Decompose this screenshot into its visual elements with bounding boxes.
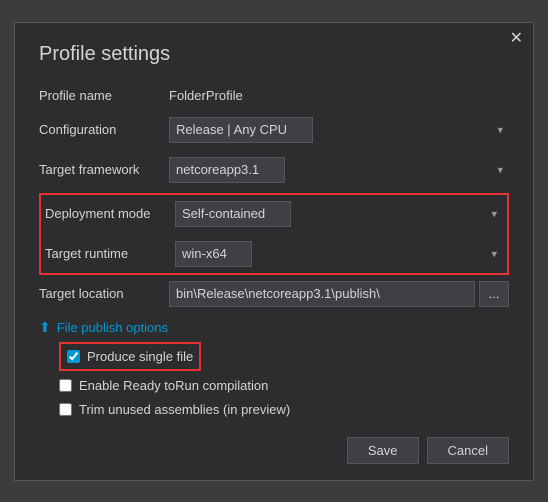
file-publish-section-header[interactable]: ⬆ File publish options xyxy=(39,319,509,336)
produce-single-file-wrapper: Produce single file xyxy=(59,342,509,371)
profile-name-label: Profile name xyxy=(39,88,169,103)
produce-single-file-label: Produce single file xyxy=(87,349,193,364)
trim-assemblies-row: Trim unused assemblies (in preview) xyxy=(59,400,509,419)
profile-name-value: FolderProfile xyxy=(169,88,509,103)
target-location-label: Target location xyxy=(39,286,169,301)
ready-torun-row: Enable Ready toRun compilation xyxy=(59,376,509,395)
deployment-mode-row: Deployment mode Self-contained xyxy=(45,197,503,231)
expand-icon: ⬆ xyxy=(39,319,51,336)
profile-settings-dialog: ✕ Profile settings Profile name FolderPr… xyxy=(14,22,534,481)
deployment-highlighted-section: Deployment mode Self-contained Target ru… xyxy=(39,193,509,275)
profile-name-row: Profile name FolderProfile xyxy=(39,84,509,107)
target-location-input[interactable] xyxy=(169,281,475,307)
trim-assemblies-label: Trim unused assemblies (in preview) xyxy=(79,402,290,417)
target-framework-select[interactable]: netcoreapp3.1 xyxy=(169,157,285,183)
target-framework-row: Target framework netcoreapp3.1 xyxy=(39,153,509,187)
deployment-mode-select[interactable]: Self-contained xyxy=(175,201,291,227)
ready-torun-checkbox[interactable] xyxy=(59,379,72,392)
deployment-mode-label: Deployment mode xyxy=(45,206,175,221)
file-publish-label: File publish options xyxy=(57,320,168,335)
dialog-title: Profile settings xyxy=(39,43,509,66)
configuration-select[interactable]: Release | Any CPU xyxy=(169,117,313,143)
configuration-select-wrapper: Release | Any CPU xyxy=(169,117,509,143)
target-runtime-row: Target runtime win-x64 xyxy=(45,237,503,271)
produce-single-file-row: Produce single file xyxy=(67,347,193,366)
target-location-row: Target location ... xyxy=(39,277,509,311)
target-runtime-select-wrapper: win-x64 xyxy=(175,241,503,267)
dialog-footer: Save Cancel xyxy=(39,437,509,464)
cancel-button[interactable]: Cancel xyxy=(427,437,509,464)
trim-assemblies-checkbox[interactable] xyxy=(59,403,72,416)
produce-single-file-checkbox[interactable] xyxy=(67,350,80,363)
ready-torun-label: Enable Ready toRun compilation xyxy=(79,378,268,393)
configuration-row: Configuration Release | Any CPU xyxy=(39,113,509,147)
file-publish-options: Produce single file Enable Ready toRun c… xyxy=(59,342,509,419)
produce-single-file-highlight: Produce single file xyxy=(59,342,201,371)
target-framework-select-wrapper: netcoreapp3.1 xyxy=(169,157,509,183)
deployment-mode-select-wrapper: Self-contained xyxy=(175,201,503,227)
close-button[interactable]: ✕ xyxy=(510,31,523,47)
browse-button[interactable]: ... xyxy=(479,281,509,307)
target-runtime-label: Target runtime xyxy=(45,246,175,261)
configuration-label: Configuration xyxy=(39,122,169,137)
save-button[interactable]: Save xyxy=(347,437,419,464)
target-framework-label: Target framework xyxy=(39,162,169,177)
target-runtime-select[interactable]: win-x64 xyxy=(175,241,252,267)
